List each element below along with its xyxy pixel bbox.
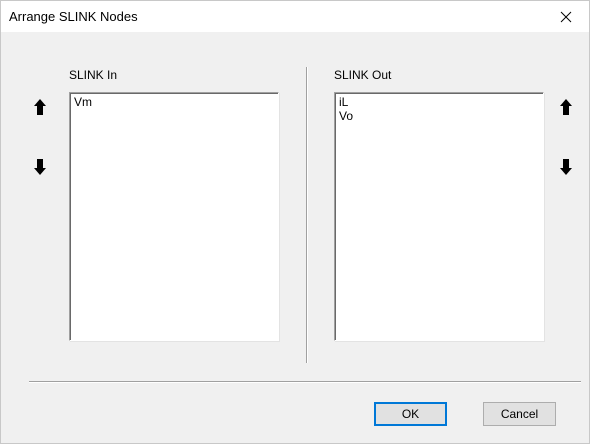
list-item[interactable]: iL xyxy=(339,95,543,109)
slink-in-label: SLINK In xyxy=(69,68,118,82)
arrange-slink-nodes-dialog: Arrange SLINK Nodes SLINK In Vm SLINK Ou… xyxy=(0,0,590,444)
slink-in-move-down-button[interactable] xyxy=(31,157,49,177)
slink-out-move-up-button[interactable] xyxy=(557,97,575,117)
list-item[interactable]: Vm xyxy=(74,95,278,109)
arrow-up-icon xyxy=(560,99,572,115)
slink-in-listbox[interactable]: Vm xyxy=(69,92,279,341)
cancel-button[interactable]: Cancel xyxy=(483,402,556,426)
slink-out-listbox[interactable]: iL Vo xyxy=(334,92,544,341)
horizontal-separator xyxy=(29,381,581,383)
close-icon xyxy=(560,11,572,22)
ok-button[interactable]: OK xyxy=(374,402,447,426)
arrow-up-icon xyxy=(34,99,46,115)
arrow-down-icon xyxy=(34,159,46,175)
slink-out-label: SLINK Out xyxy=(334,68,392,82)
slink-out-move-down-button[interactable] xyxy=(557,157,575,177)
title-bar: Arrange SLINK Nodes xyxy=(1,1,589,32)
window-title: Arrange SLINK Nodes xyxy=(9,9,138,24)
slink-in-move-up-button[interactable] xyxy=(31,97,49,117)
vertical-separator xyxy=(306,67,308,363)
close-button[interactable] xyxy=(543,1,589,32)
arrow-down-icon xyxy=(560,159,572,175)
list-item[interactable]: Vo xyxy=(339,109,543,123)
